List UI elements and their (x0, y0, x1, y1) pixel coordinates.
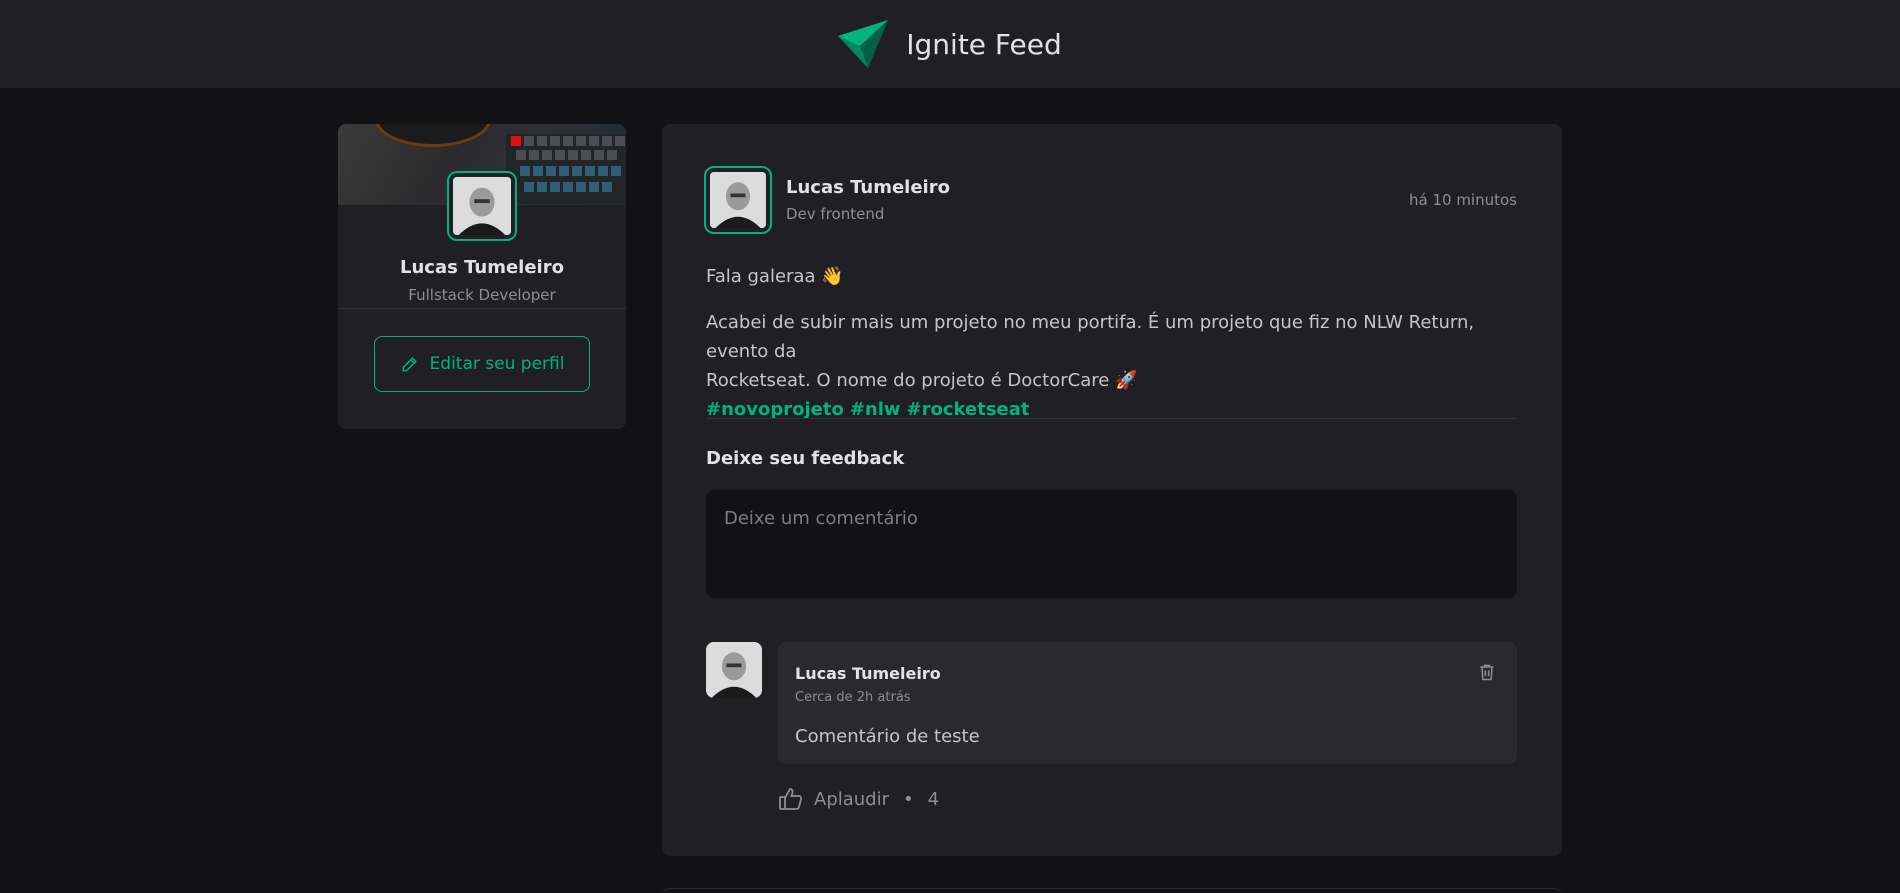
post-card: Lucas Tumeleiro Dev frontend há 10 minut… (662, 124, 1562, 856)
applaud-label: Aplaudir (814, 788, 890, 810)
edit-profile-label: Editar seu perfil (429, 354, 565, 374)
sidebar-divider (338, 308, 626, 309)
app-title: Ignite Feed (906, 27, 1062, 61)
comment-box: Lucas Tumeleiro Cerca de 2h atrás Coment… (778, 642, 1517, 764)
delete-comment-button[interactable] (1475, 660, 1499, 684)
post-content: Fala galeraa 👋 Acabei de subir mais um p… (706, 262, 1526, 424)
edit-profile-button[interactable]: Editar seu perfil (374, 336, 590, 392)
profile-name: Lucas Tumeleiro (400, 257, 564, 278)
comment-text: Comentário de teste (795, 726, 980, 747)
applaud-button[interactable]: Aplaudir • 4 (778, 784, 939, 814)
next-post-card (662, 888, 1562, 893)
profile-avatar[interactable] (447, 171, 517, 241)
main-wrapper: Lucas Tumeleiro Fullstack Developer Edit… (0, 88, 1900, 893)
applaud-count: 4 (927, 788, 940, 810)
post-time: há 10 minutos (1409, 191, 1517, 209)
hashtag-link[interactable]: #rocketseat (907, 395, 1030, 424)
post-greeting: Fala galeraa 👋 (706, 266, 844, 287)
app-header: Ignite Feed (0, 0, 1900, 88)
hashtag-list: #novoprojeto #nlw #rocketseat (706, 395, 1526, 424)
post-body: Acabei de subir mais um projeto no meu p… (706, 308, 1526, 395)
trash-icon (1480, 664, 1494, 681)
feedback-title: Deixe seu feedback (706, 448, 905, 469)
comment-author-avatar[interactable] (706, 642, 762, 698)
profile-sidebar: Lucas Tumeleiro Fullstack Developer Edit… (338, 124, 626, 429)
pencil-icon (402, 357, 417, 372)
post-body-line1: Acabei de subir mais um projeto no meu p… (706, 312, 1475, 362)
thumbs-up-icon (779, 788, 803, 810)
profile-role: Fullstack Developer (408, 286, 556, 304)
hashtag-link[interactable]: #nlw (850, 395, 901, 424)
paper-plane-logo-icon (838, 20, 889, 68)
hashtag-link[interactable]: #novoprojeto (706, 395, 844, 424)
comment-input[interactable] (706, 490, 1517, 598)
comment-time: Cerca de 2h atrás (795, 690, 911, 705)
post-body-line2: Rocketseat. O nome do projeto é DoctorCa… (706, 370, 1138, 391)
applaud-separator: • (903, 788, 914, 810)
post-author-name: Lucas Tumeleiro (786, 177, 950, 198)
post-author-avatar[interactable] (704, 166, 772, 234)
post-divider (706, 418, 1517, 419)
comment-author-name: Lucas Tumeleiro (795, 664, 941, 683)
post-author-role: Dev frontend (786, 205, 885, 223)
